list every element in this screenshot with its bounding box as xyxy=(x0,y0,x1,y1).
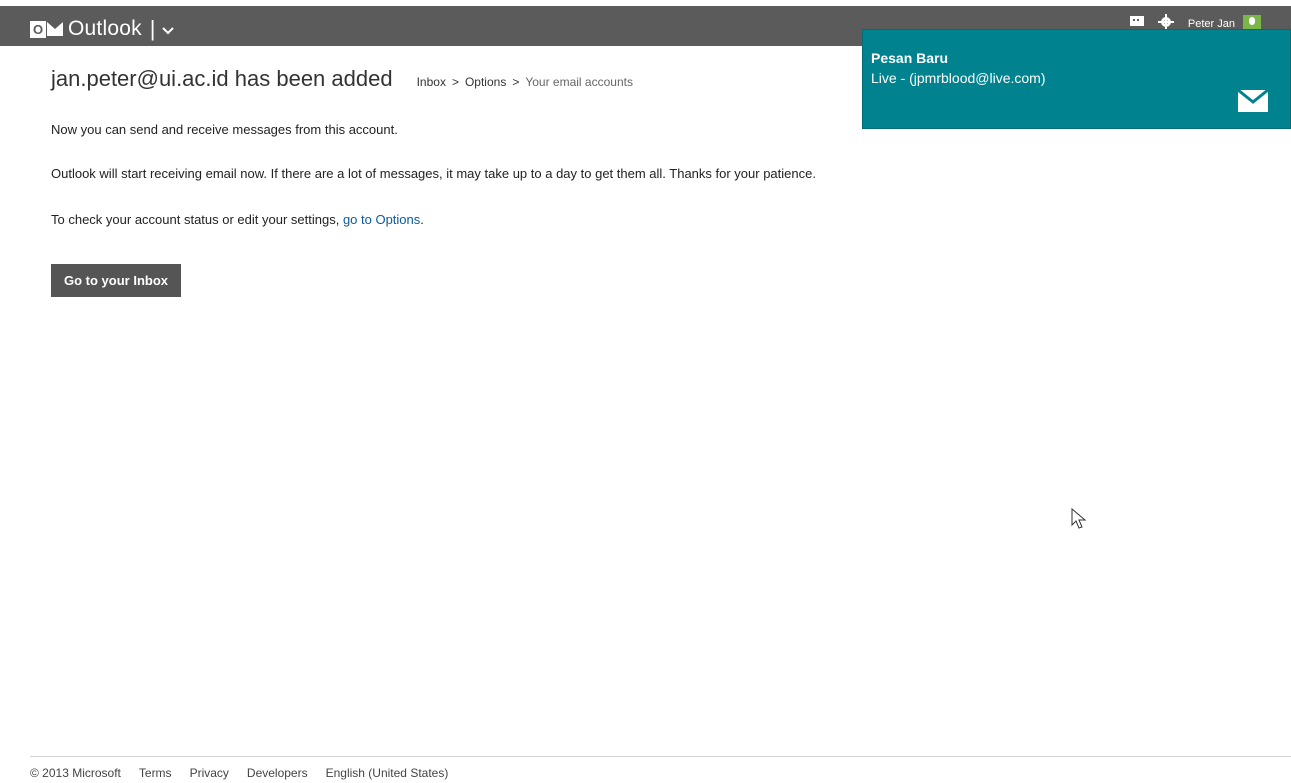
receiving-info-text: Outlook will start receiving email now. … xyxy=(51,166,816,181)
options-info-text: To check your account status or edit you… xyxy=(51,212,424,227)
copyright: © 2013 Microsoft xyxy=(30,766,121,780)
confirmation-text: Now you can send and receive messages fr… xyxy=(51,122,398,137)
page-header: jan.peter@ui.ac.id has been added Inbox … xyxy=(51,66,633,92)
notification-subtitle: Live - (jpmrblood@live.com) xyxy=(871,70,1046,86)
app-logo[interactable]: O Outlook | xyxy=(30,16,174,42)
go-to-options-link[interactable]: go to Options xyxy=(343,212,420,227)
app-name: Outlook xyxy=(68,17,142,40)
footer-divider xyxy=(30,756,1291,757)
go-to-inbox-button[interactable]: Go to your Inbox xyxy=(51,264,181,297)
mail-icon xyxy=(1237,88,1269,112)
footer-link-developers[interactable]: Developers xyxy=(247,766,308,780)
notification-title: Pesan Baru xyxy=(871,50,949,66)
footer: © 2013 Microsoft Terms Privacy Developer… xyxy=(30,766,466,780)
footer-link-privacy[interactable]: Privacy xyxy=(190,766,229,780)
footer-link-terms[interactable]: Terms xyxy=(139,766,172,780)
options-info-prefix: To check your account status or edit you… xyxy=(51,212,343,227)
breadcrumb-separator: > xyxy=(512,75,520,89)
breadcrumb-current: Your email accounts xyxy=(525,75,633,89)
breadcrumb-options[interactable]: Options xyxy=(465,75,506,89)
mouse-pointer-icon xyxy=(1071,507,1087,535)
breadcrumb-separator: > xyxy=(451,75,459,89)
outlook-logo-icon: O xyxy=(30,20,46,38)
new-mail-notification[interactable]: Pesan Baru Live - (jpmrblood@live.com) xyxy=(862,29,1291,129)
footer-link-language[interactable]: English (United States) xyxy=(326,766,449,780)
breadcrumb-inbox[interactable]: Inbox xyxy=(417,75,446,89)
chevron-down-icon[interactable] xyxy=(161,23,174,38)
envelope-logo-icon xyxy=(47,22,63,36)
options-info-suffix: . xyxy=(420,212,424,227)
logo-separator: | xyxy=(149,16,156,41)
breadcrumb: Inbox > Options > Your email accounts xyxy=(417,75,633,89)
page-title: jan.peter@ui.ac.id has been added xyxy=(51,66,393,91)
user-name[interactable]: Peter Jan xyxy=(1188,18,1235,30)
